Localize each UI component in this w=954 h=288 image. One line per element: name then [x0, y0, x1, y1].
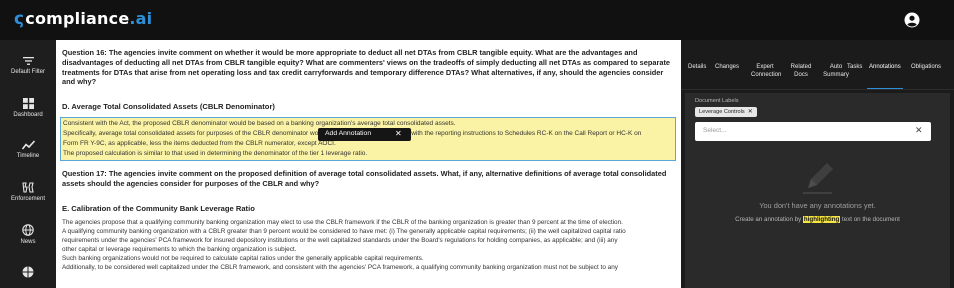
tab-divider	[681, 89, 954, 90]
pencil-icon	[803, 163, 833, 194]
logo-suffix: .ai	[129, 9, 153, 28]
nav-news[interactable]: News	[0, 224, 56, 245]
user-account-icon[interactable]	[904, 12, 920, 28]
empty-state-title: You don't have any annotations yet.	[759, 201, 876, 210]
nav-news-label: News	[20, 239, 36, 245]
heading-section-d: D. Average Total Consolidated Assets (CB…	[62, 102, 275, 111]
right-panel: Details Changes Expert Connection Relate…	[681, 40, 954, 288]
nav-default-filter-label: Default Filter	[10, 69, 45, 75]
tab-details[interactable]: Details	[688, 64, 706, 72]
highlight-line: Consistent with the Act, the proposed CB…	[63, 120, 456, 127]
tab-changes[interactable]: Changes	[715, 64, 739, 72]
timeline-icon	[21, 140, 35, 150]
more-icon	[22, 266, 34, 278]
clear-select-icon[interactable]: ✕	[915, 125, 923, 136]
empty-sub-highlight: highlighting	[802, 216, 841, 223]
highlight-line: Form FR Y-9C, as applicable, less the it…	[63, 140, 336, 147]
question-16: Question 16: The agencies invite comment…	[62, 48, 671, 87]
document-labels-title: Document Labels	[695, 98, 739, 104]
close-icon[interactable]: ✕	[395, 129, 402, 138]
body-text-line: Such banking organizations would not be …	[62, 255, 424, 262]
empty-state-subtitle: Create an annotation by highlighting tex…	[681, 216, 954, 223]
tab-expert-connection[interactable]: Expert Connection	[751, 64, 781, 79]
globe-icon	[22, 224, 34, 236]
app-logo[interactable]: ςcompliance.ai	[14, 9, 152, 29]
empty-sub-before: Create an annotation by	[735, 216, 803, 223]
nav-dashboard[interactable]: Dashboard	[0, 98, 56, 118]
nav-more[interactable]	[0, 266, 56, 281]
nav-dashboard-label: Dashboard	[13, 112, 43, 118]
body-text-line: other capital or leverage requirements t…	[62, 246, 297, 253]
nav-timeline-label: Timeline	[16, 153, 40, 159]
logo-text: compliance	[25, 9, 130, 28]
tab-obligations[interactable]: Obligations	[911, 64, 941, 72]
tab-annotations[interactable]: Annotations	[869, 64, 901, 72]
tab-related-docs[interactable]: Related Docs	[789, 64, 813, 79]
add-annotation-button[interactable]: Add Annotation	[325, 130, 371, 137]
empty-sub-after: text on the document	[840, 216, 900, 223]
body-text-line: A qualifying community banking organizat…	[62, 228, 626, 235]
dashboard-grid-icon	[22, 98, 34, 109]
nav-enforcement-label: Enforcement	[10, 196, 46, 202]
body-text-line: requirements under the agencies' PCA fra…	[62, 237, 618, 244]
select-placeholder: Select...	[703, 127, 727, 134]
body-text-line: The agencies propose that a qualifying c…	[62, 219, 623, 226]
document-viewer[interactable]: Question 16: The agencies invite comment…	[56, 40, 681, 288]
question-17: Question 17: The agencies invite comment…	[62, 169, 667, 188]
gavel-icon	[22, 182, 34, 193]
label-select[interactable]: Select... ✕	[695, 122, 931, 141]
nav-timeline[interactable]: Timeline	[0, 140, 56, 159]
chip-remove-icon[interactable]: ✕	[748, 109, 753, 115]
left-nav: Default Filter Dashboard Timeline Enforc…	[0, 40, 56, 288]
heading-section-e: E. Calibration of the Community Bank Lev…	[62, 204, 255, 213]
label-chip-text: Leverage Controls	[699, 109, 745, 115]
add-annotation-popup: Add Annotation ✕	[318, 128, 411, 141]
highlight-line: The proposed calculation is similar to t…	[63, 150, 368, 157]
filter-icon	[22, 57, 34, 65]
nav-default-filter[interactable]: Default Filter	[0, 56, 56, 75]
nav-enforcement[interactable]: Enforcement	[0, 182, 56, 202]
body-text-line: Additionally, to be considered well capi…	[62, 264, 618, 271]
top-bar: ςcompliance.ai	[0, 0, 954, 40]
logo-mark-icon: ς	[14, 9, 25, 29]
label-chip[interactable]: Leverage Controls ✕	[695, 107, 757, 117]
tab-tasks[interactable]: Tasks	[847, 64, 862, 72]
